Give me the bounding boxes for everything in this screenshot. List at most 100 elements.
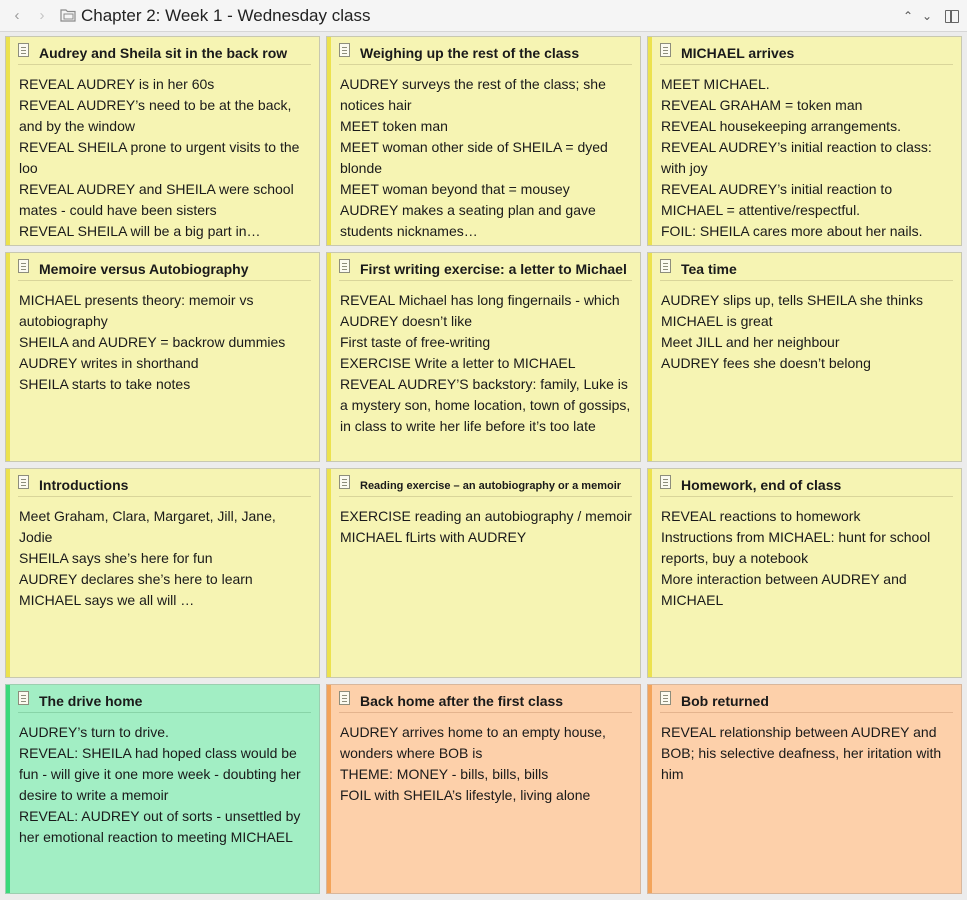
synopsis-line: Instructions from MICHAEL: hunt for scho… (661, 529, 931, 566)
synopsis-line: AUDREY fees she doesn’t belong (661, 355, 871, 371)
back-arrow-icon[interactable]: ‹ (8, 6, 26, 26)
card-synopsis[interactable]: AUDREY slips up, tells SHEILA she thinks… (661, 290, 955, 374)
synopsis-line: EXERCISE Write a letter to MICHAEL (340, 355, 576, 371)
card-title[interactable]: Weighing up the rest of the class (360, 44, 636, 62)
document-icon (339, 43, 350, 57)
document-icon (18, 43, 29, 57)
synopsis-line: EXERCISE reading an autobiography / memo… (340, 508, 632, 524)
synopsis-line: AUDREY surveys the rest of the class; sh… (340, 76, 606, 113)
synopsis-line: REVEAL: AUDREY out of sorts - unsettled … (19, 808, 301, 845)
index-card[interactable]: Memoire versus Autobiography MICHAEL pres… (5, 252, 320, 462)
synopsis-line: REVEAL relationship between AUDREY and B… (661, 724, 942, 782)
title-bar: ‹ › Chapter 2: Week 1 - Wednesday class … (0, 0, 967, 32)
forward-arrow-icon[interactable]: › (33, 6, 51, 26)
index-card[interactable]: The drive home AUDREY’s turn to drive. REV… (5, 684, 320, 894)
index-card[interactable]: Reading exercise – an autobiography or a… (326, 468, 641, 678)
synopsis-line: REVEAL AUDREY’s initial reaction to clas… (661, 139, 932, 176)
label-color-stripe (327, 469, 331, 677)
synopsis-line: Meet Graham, Clara, Margaret, Jill, Jane… (19, 508, 276, 545)
card-title[interactable]: Homework, end of class (681, 476, 957, 494)
document-icon (18, 475, 29, 489)
label-color-stripe (648, 37, 652, 245)
document-icon (339, 691, 350, 705)
card-divider (18, 496, 311, 497)
card-synopsis[interactable]: MEET MICHAEL. REVEAL GRAHAM = token man RE… (661, 74, 955, 242)
label-color-stripe (6, 685, 10, 893)
synopsis-line: AUDREY makes a seating plan and gave stu… (340, 202, 596, 239)
card-title[interactable]: Audrey and Sheila sit in the back row (39, 44, 315, 62)
card-synopsis[interactable]: REVEAL Michael has long fingernails - wh… (340, 290, 634, 437)
card-synopsis[interactable]: AUDREY arrives home to an empty house, w… (340, 722, 634, 806)
card-synopsis[interactable]: EXERCISE reading an autobiography / memo… (340, 506, 634, 548)
synopsis-line: MEET woman beyond that = mousey (340, 181, 570, 197)
document-icon (18, 691, 29, 705)
card-title[interactable]: First writing exercise: a letter to Mich… (360, 260, 636, 278)
card-synopsis[interactable]: Meet Graham, Clara, Margaret, Jill, Jane… (19, 506, 313, 611)
synopsis-line: REVEAL AUDREY and SHEILA were school mat… (19, 181, 294, 218)
card-title[interactable]: Reading exercise – an autobiography or a… (360, 477, 636, 495)
card-title[interactable]: Memoire versus Autobiography (39, 260, 315, 278)
card-title[interactable]: Introductions (39, 476, 315, 494)
label-color-stripe (6, 253, 10, 461)
card-divider (18, 64, 311, 65)
label-color-stripe (648, 469, 652, 677)
synopsis-line: AUDREY slips up, tells SHEILA she thinks… (661, 292, 923, 329)
document-icon (660, 691, 671, 705)
synopsis-line: REVEAL Michael has long fingernails - wh… (340, 292, 620, 329)
synopsis-line: MICHAEL fLirts with AUDREY (340, 529, 527, 545)
index-card[interactable]: Bob returned REVEAL relationship between … (647, 684, 962, 894)
card-divider (660, 280, 953, 281)
card-title[interactable]: Bob returned (681, 692, 957, 710)
synopsis-line: REVEAL AUDREY’s initial reaction to MICH… (661, 181, 893, 218)
card-synopsis[interactable]: MICHAEL presents theory: memoir vs autob… (19, 290, 313, 395)
card-title[interactable]: Back home after the first class (360, 692, 636, 710)
card-synopsis[interactable]: REVEAL reactions to homework Instructions… (661, 506, 955, 611)
index-card[interactable]: Audrey and Sheila sit in the back row REV… (5, 36, 320, 246)
document-icon (660, 475, 671, 489)
synopsis-line: REVEAL reactions to homework (661, 508, 861, 524)
document-icon (660, 259, 671, 273)
synopsis-line: First taste of free-writing (340, 334, 491, 350)
document-icon (660, 43, 671, 57)
synopsis-line: More interaction between AUDREY and MICH… (661, 571, 907, 608)
synopsis-line: AUDREY declares she’s here to learn (19, 571, 253, 587)
chevron-down-icon[interactable]: ⌄ (922, 8, 932, 24)
card-divider (339, 64, 632, 65)
index-card[interactable]: Back home after the first class AUDREY ar… (326, 684, 641, 894)
synopsis-line: AUDREY arrives home to an empty house, w… (340, 724, 606, 761)
synopsis-line: REVEAL SHEILA will be a big part in… (19, 223, 261, 239)
card-divider (660, 496, 953, 497)
synopsis-line: REVEAL AUDREY’s need to be at the back, … (19, 97, 292, 134)
folder-icon (60, 9, 76, 22)
synopsis-line: REVEAL GRAHAM = token man (661, 97, 863, 113)
card-synopsis[interactable]: REVEAL AUDREY is in her 60s REVEAL AUDREY… (19, 74, 313, 242)
index-card[interactable]: Introductions Meet Graham, Clara, Margare… (5, 468, 320, 678)
synopsis-line: MICHAEL presents theory: memoir vs autob… (19, 292, 254, 329)
card-title[interactable]: Tea time (681, 260, 957, 278)
card-divider (339, 280, 632, 281)
synopsis-line: THEME: MONEY - bills, bills, bills (340, 766, 549, 782)
synopsis-line: REVEAL AUDREY is in her 60s (19, 76, 215, 92)
card-synopsis[interactable]: REVEAL relationship between AUDREY and B… (661, 722, 955, 785)
card-title[interactable]: The drive home (39, 692, 315, 710)
index-card[interactable]: Weighing up the rest of the class AUDREY … (326, 36, 641, 246)
card-divider (18, 712, 311, 713)
index-card[interactable]: Homework, end of class REVEAL reactions t… (647, 468, 962, 678)
index-card[interactable]: MICHAEL arrives MEET MICHAEL. REVEAL GRAHA… (647, 36, 962, 246)
index-card[interactable]: Tea time AUDREY slips up, tells SHEILA sh… (647, 252, 962, 462)
card-divider (339, 712, 632, 713)
synopsis-line: SHEILA and AUDREY = backrow dummies (19, 334, 286, 350)
label-color-stripe (327, 253, 331, 461)
index-card[interactable]: First writing exercise: a letter to Mich… (326, 252, 641, 462)
card-divider (339, 496, 632, 497)
synopsis-line: REVEAL housekeeping arrangements. (661, 118, 901, 134)
label-color-stripe (648, 685, 652, 893)
card-divider (18, 280, 311, 281)
split-view-icon[interactable] (945, 10, 959, 23)
card-title[interactable]: MICHAEL arrives (681, 44, 957, 62)
card-synopsis[interactable]: AUDREY surveys the rest of the class; sh… (340, 74, 634, 242)
synopsis-line: MEET token man (340, 118, 448, 134)
synopsis-line: REVEAL: SHEILA had hoped class would be … (19, 745, 301, 803)
chevron-up-icon[interactable]: ⌃ (903, 8, 913, 24)
card-synopsis[interactable]: AUDREY’s turn to drive. REVEAL: SHEILA ha… (19, 722, 313, 848)
